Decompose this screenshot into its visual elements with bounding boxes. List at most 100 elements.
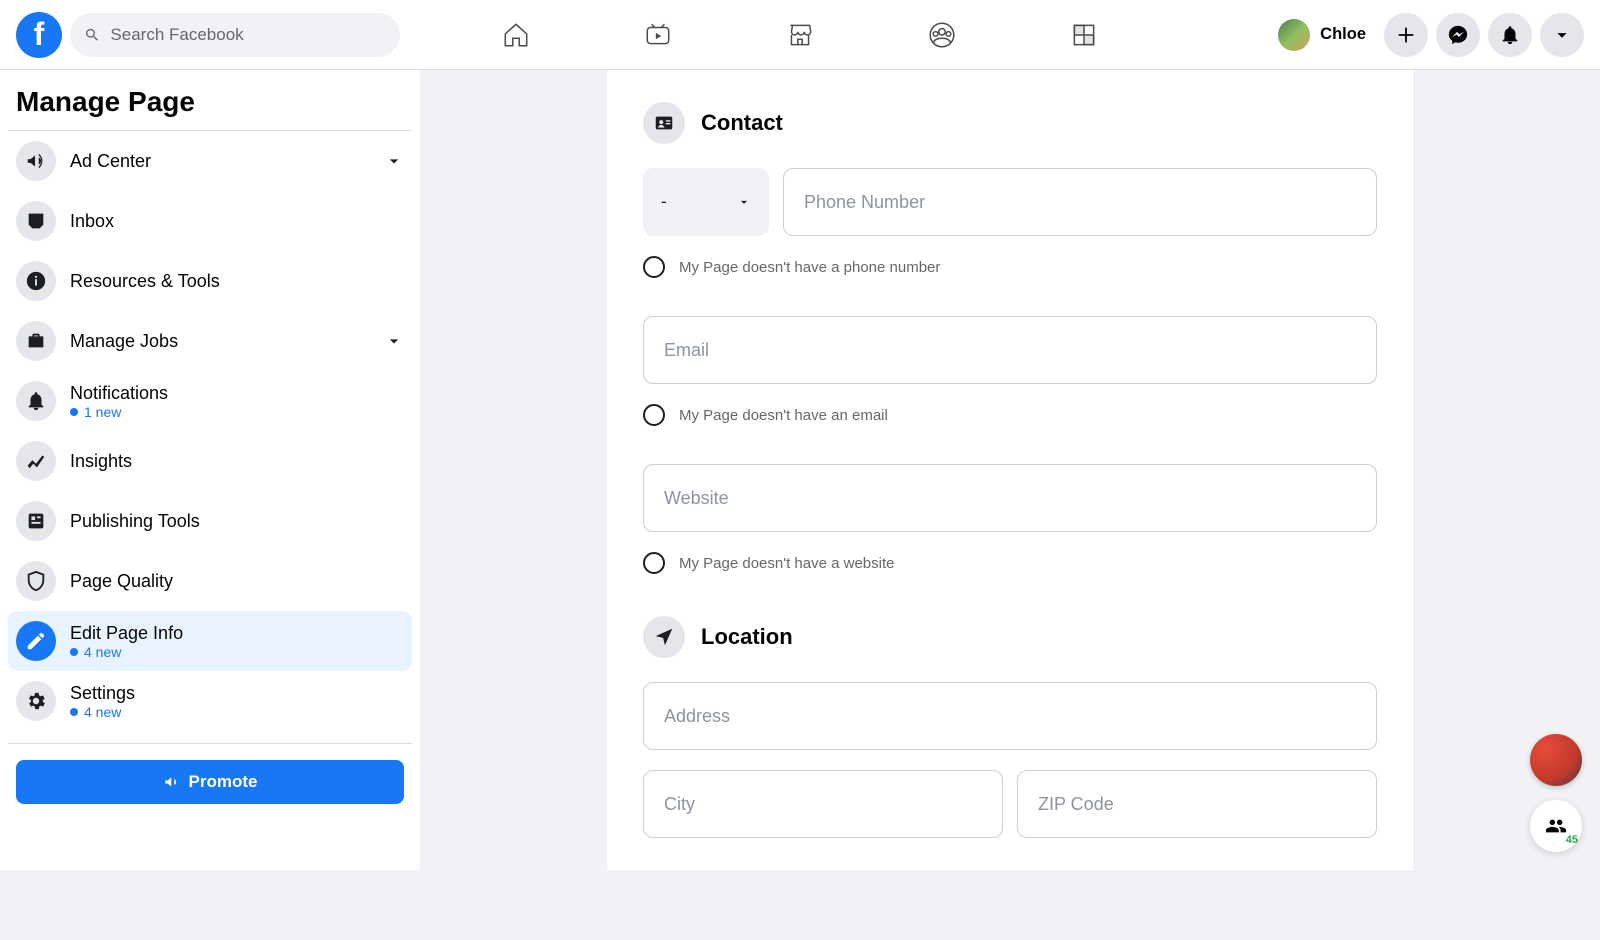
bell-icon	[16, 381, 56, 421]
plus-icon	[1395, 24, 1417, 46]
location-section: Location	[643, 616, 1377, 838]
promote-label: Promote	[189, 772, 258, 792]
no-website-label: My Page doesn't have a website	[679, 555, 895, 572]
location-title: Location	[701, 624, 793, 650]
no-phone-radio[interactable]	[643, 256, 665, 278]
notifications-button[interactable]	[1488, 13, 1532, 57]
contacts-button[interactable]: 45	[1530, 800, 1582, 852]
chevron-down-icon	[384, 331, 404, 351]
sidebar-item-label: Manage Jobs	[70, 331, 178, 352]
messenger-icon	[1447, 24, 1469, 46]
sidebar-item-subtext: 1 new	[70, 404, 168, 420]
nav-home[interactable]	[500, 20, 532, 50]
chevron-down-icon	[384, 151, 404, 171]
gear-icon	[16, 681, 56, 721]
header-right: Chloe	[1274, 13, 1584, 57]
publishing-icon	[16, 501, 56, 541]
briefcase-icon	[16, 321, 56, 361]
no-website-radio[interactable]	[643, 552, 665, 574]
sidebar-item-publishing-tools[interactable]: Publishing Tools	[8, 491, 412, 551]
sidebar-item-label: Resources & Tools	[70, 271, 220, 292]
groups-icon	[927, 20, 957, 50]
city-input[interactable]	[643, 770, 1003, 838]
sidebar-item-label: Publishing Tools	[70, 511, 200, 532]
inbox-icon	[16, 201, 56, 241]
no-phone-row: My Page doesn't have a phone number	[643, 256, 1377, 278]
main-content: Contact - My Page doesn't have a phone n…	[420, 70, 1600, 870]
shield-icon	[16, 561, 56, 601]
sidebar-item-edit-page-info[interactable]: Edit Page Info 4 new	[8, 611, 412, 671]
bell-icon	[1499, 24, 1521, 46]
promote-button[interactable]: Promote	[16, 760, 404, 804]
caret-down-icon	[1551, 24, 1573, 46]
messenger-button[interactable]	[1436, 13, 1480, 57]
sidebar-item-label: Ad Center	[70, 151, 151, 172]
sidebar-item-subtext: 4 new	[70, 644, 183, 660]
floating-widgets: 45	[1530, 734, 1582, 852]
marketplace-icon	[785, 20, 815, 50]
top-header: f Chloe	[0, 0, 1600, 70]
no-email-row: My Page doesn't have an email	[643, 404, 1377, 426]
contact-title: Contact	[701, 110, 783, 136]
sidebar-item-manage-jobs[interactable]: Manage Jobs	[8, 311, 412, 371]
create-button[interactable]	[1384, 13, 1428, 57]
search-icon	[84, 26, 100, 44]
nav-gaming[interactable]	[1068, 20, 1100, 50]
zip-input[interactable]	[1017, 770, 1377, 838]
sidebar-item-label: Settings	[70, 683, 135, 704]
home-icon	[501, 20, 531, 50]
form-card: Contact - My Page doesn't have a phone n…	[607, 70, 1413, 870]
search-box[interactable]	[70, 13, 400, 57]
avatar	[1278, 19, 1310, 51]
search-input[interactable]	[110, 25, 386, 45]
sidebar-item-label: Notifications	[70, 383, 168, 404]
profile-chip[interactable]: Chloe	[1274, 15, 1376, 55]
sidebar-item-resources[interactable]: Resources & Tools	[8, 251, 412, 311]
sidebar-title: Manage Page	[8, 70, 412, 126]
sidebar-item-label: Inbox	[70, 211, 114, 232]
nav-center	[500, 20, 1100, 50]
no-phone-label: My Page doesn't have a phone number	[679, 259, 940, 276]
people-icon	[1545, 815, 1567, 837]
chat-avatar[interactable]	[1530, 734, 1582, 786]
dial-code-select[interactable]: -	[643, 168, 769, 236]
watch-icon	[643, 20, 673, 50]
nav-groups[interactable]	[926, 20, 958, 50]
location-header: Location	[643, 616, 1377, 658]
promote-section: Promote	[8, 743, 412, 804]
no-email-radio[interactable]	[643, 404, 665, 426]
sidebar-item-label: Page Quality	[70, 571, 173, 592]
location-arrow-icon	[643, 616, 685, 658]
caret-down-icon	[737, 195, 751, 209]
nav-watch[interactable]	[642, 20, 674, 50]
contact-card-icon	[643, 102, 685, 144]
phone-row: -	[643, 168, 1377, 236]
phone-input[interactable]	[783, 168, 1377, 236]
sidebar: Manage Page Ad Center Inbox Resources & …	[0, 70, 420, 870]
sidebar-item-inbox[interactable]: Inbox	[8, 191, 412, 251]
email-input[interactable]	[643, 316, 1377, 384]
address-input[interactable]	[643, 682, 1377, 750]
insights-icon	[16, 441, 56, 481]
sidebar-item-notifications[interactable]: Notifications 1 new	[8, 371, 412, 431]
sidebar-item-settings[interactable]: Settings 4 new	[8, 671, 412, 731]
info-icon	[16, 261, 56, 301]
sidebar-item-label: Insights	[70, 451, 132, 472]
no-website-row: My Page doesn't have a website	[643, 552, 1377, 574]
pencil-icon	[16, 621, 56, 661]
contact-header: Contact	[643, 102, 1377, 144]
nav-marketplace[interactable]	[784, 20, 816, 50]
megaphone-icon	[16, 141, 56, 181]
dial-value: -	[661, 192, 667, 212]
profile-name: Chloe	[1320, 25, 1366, 44]
facebook-logo[interactable]: f	[16, 12, 62, 58]
sidebar-item-subtext: 4 new	[70, 704, 135, 720]
sidebar-item-page-quality[interactable]: Page Quality	[8, 551, 412, 611]
account-menu-button[interactable]	[1540, 13, 1584, 57]
sidebar-item-insights[interactable]: Insights	[8, 431, 412, 491]
sidebar-item-ad-center[interactable]: Ad Center	[8, 131, 412, 191]
gaming-icon	[1069, 20, 1099, 50]
no-email-label: My Page doesn't have an email	[679, 407, 888, 424]
website-input[interactable]	[643, 464, 1377, 532]
sidebar-item-label: Edit Page Info	[70, 623, 183, 644]
